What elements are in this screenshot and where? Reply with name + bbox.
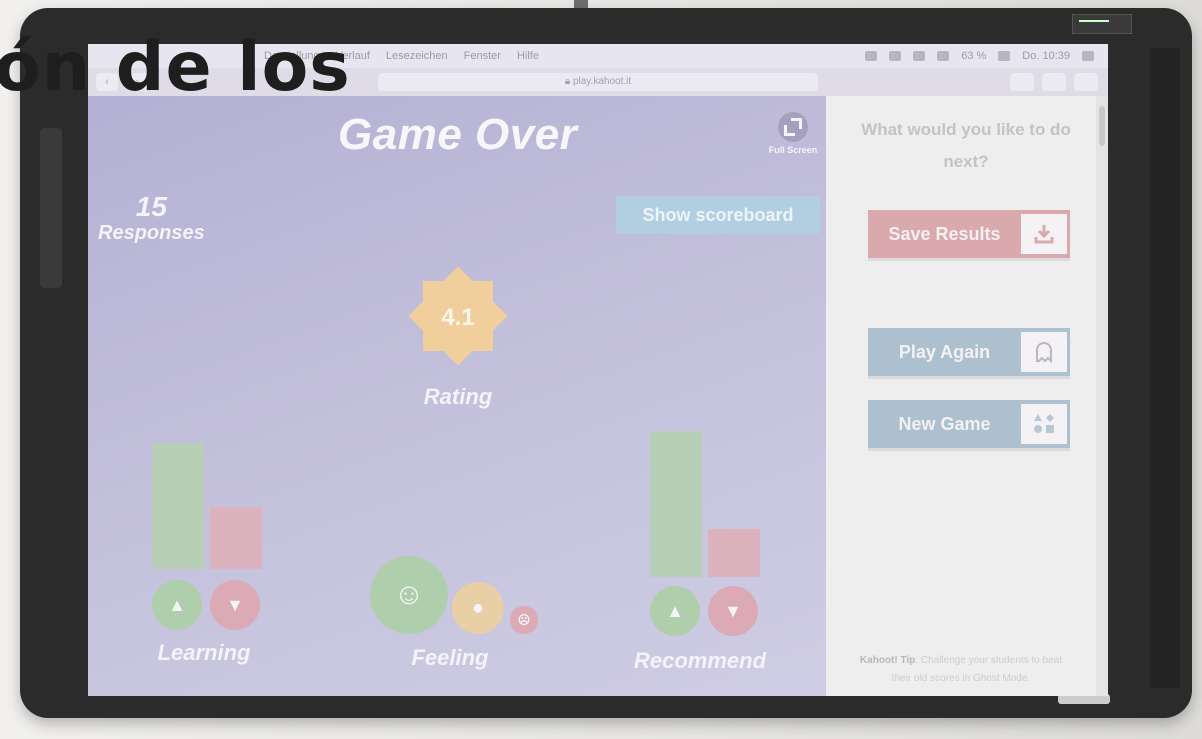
show-scoreboard-button[interactable]: Show scoreboard (616, 196, 820, 234)
board-label-sticker (1072, 14, 1132, 34)
fullscreen-icon (778, 112, 808, 142)
responses-count: 15 Responses (98, 192, 205, 245)
learning-thumb-down-icon: ▼ (210, 580, 260, 630)
save-results-label: Save Results (888, 223, 1001, 244)
tip-text: : Challenge your students to beat their … (891, 655, 1063, 684)
spotlight-icon[interactable] (1082, 51, 1094, 61)
share-icon[interactable] (1042, 73, 1066, 91)
board-side-panel (40, 128, 62, 288)
address-bar[interactable]: 🔒︎ play.kahoot.it (378, 73, 818, 91)
kahoot-tip: Kahoot! Tip: Challenge your students to … (856, 652, 1066, 688)
panel-scrollbar[interactable] (1096, 96, 1108, 696)
status-app-icon[interactable] (889, 51, 902, 61)
responses-label: Responses (98, 222, 205, 244)
clock[interactable]: Do. 10:39 (1022, 50, 1070, 62)
play-again-label: Play Again (898, 341, 991, 362)
feeling-sad-icon: ☹ (510, 606, 538, 634)
learning-label: Learning (157, 640, 251, 665)
next-steps-panel: What would you like to do next? Save Res… (826, 96, 1108, 696)
rating-value: 4.1 (441, 304, 474, 331)
rating-label: Rating (423, 384, 493, 409)
url-text: play.kahoot.it (572, 76, 632, 87)
battery-icon[interactable] (998, 51, 1011, 61)
tip-label: Kahoot! Tip (859, 655, 916, 666)
learning-thumb-up-icon: ▲ (152, 580, 202, 630)
tabs-overview-icon[interactable] (1074, 73, 1098, 91)
panel-title: What would you like to do next? (861, 120, 1071, 171)
recommend-label: Recommend (633, 648, 767, 673)
play-again-button[interactable]: Play Again (868, 328, 1070, 376)
toolbar-actions (1010, 73, 1098, 91)
ghost-icon (1021, 332, 1067, 372)
menu-item-window[interactable]: Fenster (464, 50, 501, 62)
rating-badge: 4.1 (408, 266, 508, 366)
wifi-icon[interactable] (937, 51, 950, 61)
recommend-thumb-up-icon: ▲ (650, 586, 700, 636)
responses-number: 15 (135, 191, 167, 222)
slide-title-fragment: ón de los (0, 28, 351, 107)
shapes-icon (1021, 404, 1067, 444)
new-game-label: New Game (898, 413, 991, 434)
menu-item-bookmarks[interactable]: Lesezeichen (386, 50, 448, 62)
feeling-label: Feeling (411, 645, 489, 670)
feeling-happy-icon: ☺ (370, 556, 448, 634)
battery-percent: 63 % (961, 50, 987, 62)
status-area: 63 % Do. 10:39 (865, 50, 1108, 62)
fullscreen-button[interactable]: Full Screen (766, 112, 820, 155)
learning-down-bar (210, 507, 262, 569)
dropbox-icon[interactable] (865, 51, 878, 61)
menu-item-help[interactable]: Hilfe (517, 50, 539, 62)
download-icon (1021, 214, 1067, 254)
lock-icon: 🔒︎ (564, 76, 573, 87)
game-over-title: Game Over (338, 110, 578, 159)
board-side-speaker (1150, 48, 1180, 688)
recommend-up-bar (650, 431, 702, 577)
new-game-button[interactable]: New Game (868, 400, 1070, 448)
learning-up-bar (152, 443, 204, 569)
save-results-button[interactable]: Save Results (868, 210, 1070, 258)
kahoot-game-area: Game Over Full Screen 15 Responses Show … (88, 96, 826, 696)
download-manager-icon[interactable] (1010, 73, 1034, 91)
feeling-neutral-icon: ● (452, 582, 504, 634)
recommend-thumb-down-icon: ▼ (708, 586, 758, 636)
recommend-down-bar (708, 529, 760, 577)
projected-screen: Darstellung Verlauf Lesezeichen Fenster … (88, 44, 1108, 696)
fullscreen-label: Full Screen (768, 145, 818, 155)
bluetooth-icon[interactable] (913, 51, 926, 61)
